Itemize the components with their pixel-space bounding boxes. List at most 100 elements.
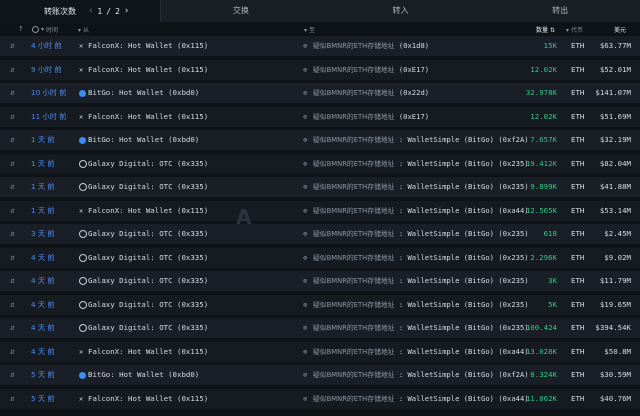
row-time-link[interactable]: 4 天 前 <box>31 295 55 315</box>
row-token[interactable]: ETH <box>571 177 584 197</box>
row-to-entity[interactable]: 疑似BMNR的ETH存储地址 (0x22d) <box>313 83 429 103</box>
row-to-entity[interactable]: 疑似BMNR的ETH存储地址 : WalletSimple (BitGo) (0… <box>313 318 529 338</box>
row-from-entity[interactable]: Galaxy Digital: OTC (0x335) <box>88 154 208 174</box>
row-to-entity[interactable]: 疑似BMNR的ETH存储地址 : WalletSimple (BitGo) (0… <box>313 389 529 409</box>
header-from[interactable]: ▾ 从 <box>78 25 89 34</box>
row-from-entity[interactable]: FalconX: Hot Wallet (0x115) <box>88 60 208 80</box>
tab-inflow[interactable]: 转入 <box>321 0 481 22</box>
row-token[interactable]: ETH <box>571 130 584 150</box>
next-page-icon[interactable]: › <box>124 6 129 16</box>
row-to-entity[interactable]: 疑似BMNR的ETH存储地址 : WalletSimple (BitGo) (0… <box>313 224 529 244</box>
transfer-direction-icon[interactable]: ⇵ <box>10 60 15 80</box>
table-row[interactable]: ⇵ 4 天 前 Galaxy Digital: OTC (0x335) ⊚ 疑似BMNR… <box>0 271 640 291</box>
table-row[interactable]: ⇵ 1 天 前 ✕ FalconX: Hot Wallet (0x115) ⊚ 疑似BMN… <box>0 200 640 221</box>
transfer-direction-icon[interactable]: ⇵ <box>10 177 15 197</box>
tab-outflow[interactable]: 转出 <box>480 0 640 22</box>
row-to-entity[interactable]: 疑似BMNR的ETH存储地址 (0xE17) <box>313 107 429 127</box>
transfer-direction-icon[interactable]: ⇵ <box>10 248 15 268</box>
table-row[interactable]: ⇵ 1 天 前 BitGo: Hot Wallet (0xbd0) ⊚ 疑似BMNR的E… <box>0 130 640 150</box>
row-token[interactable]: ETH <box>571 83 584 103</box>
row-token[interactable]: ETH <box>571 389 584 409</box>
table-row[interactable]: ⇵ 4 小时 前 ✕ FalconX: Hot Wallet (0x115) ⊚ 疑似BM… <box>0 36 640 56</box>
transfer-direction-icon[interactable]: ⇵ <box>10 201 15 221</box>
transfer-direction-icon[interactable]: ⇵ <box>10 271 15 291</box>
row-token[interactable]: ETH <box>571 318 584 338</box>
row-time-link[interactable]: 5 天 前 <box>31 365 55 385</box>
table-row[interactable]: ⇵ 1 天 前 Galaxy Digital: OTC (0x335) ⊚ 疑似BMNR… <box>0 153 640 174</box>
row-token[interactable]: ETH <box>571 154 584 174</box>
header-amount[interactable]: 数量 ⇅ <box>536 25 555 34</box>
row-time-link[interactable]: 1 天 前 <box>31 177 55 197</box>
row-token[interactable]: ETH <box>571 224 584 244</box>
row-time-link[interactable]: 4 天 前 <box>31 271 55 291</box>
row-to-entity[interactable]: 疑似BMNR的ETH存储地址 : WalletSimple (BitGo) (0… <box>313 130 529 150</box>
row-token[interactable]: ETH <box>571 36 584 56</box>
row-to-entity[interactable]: 疑似BMNR的ETH存储地址 : WalletSimple (BitGo) (0… <box>313 154 529 174</box>
table-row[interactable]: ⇵ 10 小时 前 BitGo: Hot Wallet (0xbd0) ⊚ 疑似BMNR… <box>0 83 640 103</box>
row-token[interactable]: ETH <box>571 107 584 127</box>
transfer-direction-icon[interactable]: ⇵ <box>10 83 15 103</box>
prev-page-icon[interactable]: ‹ <box>88 6 93 16</box>
table-row[interactable]: ⇵ 9 小时 前 ✕ FalconX: Hot Wallet (0x115) ⊚ 疑似BM… <box>0 59 640 80</box>
row-time-link[interactable]: 4 天 前 <box>31 342 55 362</box>
row-to-entity[interactable]: 疑似BMNR的ETH存储地址 (0xE17) <box>313 60 429 80</box>
row-time-link[interactable]: 4 天 前 <box>31 248 55 268</box>
row-from-entity[interactable]: BitGo: Hot Wallet (0xbd0) <box>88 365 199 385</box>
row-to-entity[interactable]: 疑似BMNR的ETH存储地址 : WalletSimple (BitGo) (0… <box>313 342 529 362</box>
header-time[interactable]: ▾ 时间 <box>32 25 58 34</box>
row-from-entity[interactable]: Galaxy Digital: OTC (0x335) <box>88 224 208 244</box>
row-from-entity[interactable]: BitGo: Hot Wallet (0xbd0) <box>88 83 199 103</box>
row-token[interactable]: ETH <box>571 201 584 221</box>
row-from-entity[interactable]: FalconX: Hot Wallet (0x115) <box>88 342 208 362</box>
transfer-direction-icon[interactable]: ⇵ <box>10 107 15 127</box>
row-token[interactable]: ETH <box>571 60 584 80</box>
row-token[interactable]: ETH <box>571 295 584 315</box>
row-from-entity[interactable]: Galaxy Digital: OTC (0x335) <box>88 248 208 268</box>
transfer-direction-icon[interactable]: ⇵ <box>10 130 15 150</box>
row-token[interactable]: ETH <box>571 342 584 362</box>
row-token[interactable]: ETH <box>571 365 584 385</box>
row-to-entity[interactable]: 疑似BMNR的ETH存储地址 : WalletSimple (BitGo) (0… <box>313 271 529 291</box>
transfer-direction-icon[interactable]: ⇵ <box>10 318 15 338</box>
row-to-entity[interactable]: 疑似BMNR的ETH存储地址 : WalletSimple (BitGo) (0… <box>313 365 529 385</box>
row-from-entity[interactable]: Galaxy Digital: OTC (0x335) <box>88 318 208 338</box>
row-from-entity[interactable]: FalconX: Hot Wallet (0x115) <box>88 201 208 221</box>
table-row[interactable]: ⇵ 4 天 前 ✕ FalconX: Hot Wallet (0x115) ⊚ 疑似BMN… <box>0 341 640 362</box>
transfer-direction-icon[interactable]: ⇵ <box>10 224 15 244</box>
header-usd[interactable]: 美元 <box>614 25 626 34</box>
row-time-link[interactable]: 1 天 前 <box>31 130 55 150</box>
table-row[interactable]: ⇵ 5 天 前 ✕ FalconX: Hot Wallet (0x115) ⊚ 疑似BMN… <box>0 388 640 409</box>
row-time-link[interactable]: 5 天 前 <box>31 389 55 409</box>
table-row[interactable]: ⇵ 4 天 前 Galaxy Digital: OTC (0x335) ⊚ 疑似BMNR… <box>0 318 640 338</box>
tab-transfer-count[interactable]: 转账次数 ‹ 1 / 2 › <box>0 0 161 22</box>
row-from-entity[interactable]: Galaxy Digital: OTC (0x335) <box>88 177 208 197</box>
row-from-entity[interactable]: Galaxy Digital: OTC (0x335) <box>88 271 208 291</box>
transfer-direction-icon[interactable]: ⇵ <box>10 36 15 56</box>
row-from-entity[interactable]: FalconX: Hot Wallet (0x115) <box>88 107 208 127</box>
transfer-direction-icon[interactable]: ⇵ <box>10 295 15 315</box>
row-time-link[interactable]: 11 小时 前 <box>31 107 66 127</box>
table-row[interactable]: ⇵ 11 小时 前 ✕ FalconX: Hot Wallet (0x115) ⊚ 疑似B… <box>0 106 640 127</box>
transfer-direction-icon[interactable]: ⇵ <box>10 365 15 385</box>
row-from-entity[interactable]: FalconX: Hot Wallet (0x115) <box>88 36 208 56</box>
row-time-link[interactable]: 10 小时 前 <box>31 83 66 103</box>
table-row[interactable]: ⇵ 1 天 前 Galaxy Digital: OTC (0x335) ⊚ 疑似BMNR… <box>0 177 640 197</box>
transfer-direction-icon[interactable]: ⇵ <box>10 389 15 409</box>
sort-arrow-icon[interactable]: ↑ <box>18 25 24 33</box>
row-from-entity[interactable]: Galaxy Digital: OTC (0x335) <box>88 295 208 315</box>
table-row[interactable]: ⇵ 4 天 前 Galaxy Digital: OTC (0x335) ⊚ 疑似BMNR… <box>0 294 640 315</box>
row-time-link[interactable]: 3 天 前 <box>31 224 55 244</box>
tab-swap[interactable]: 交换 <box>161 0 321 22</box>
row-time-link[interactable]: 1 天 前 <box>31 154 55 174</box>
table-row[interactable]: ⇵ 5 天 前 BitGo: Hot Wallet (0xbd0) ⊚ 疑似BMNR的E… <box>0 365 640 385</box>
row-to-entity[interactable]: 疑似BMNR的ETH存储地址 : WalletSimple (BitGo) (0… <box>313 295 529 315</box>
row-token[interactable]: ETH <box>571 248 584 268</box>
row-from-entity[interactable]: BitGo: Hot Wallet (0xbd0) <box>88 130 199 150</box>
row-time-link[interactable]: 1 天 前 <box>31 201 55 221</box>
table-row[interactable]: ⇵ 4 天 前 Galaxy Digital: OTC (0x335) ⊚ 疑似BMNR… <box>0 247 640 268</box>
row-time-link[interactable]: 4 天 前 <box>31 318 55 338</box>
row-token[interactable]: ETH <box>571 271 584 291</box>
row-to-entity[interactable]: 疑似BMNR的ETH存储地址 : WalletSimple (BitGo) (0… <box>313 248 529 268</box>
row-to-entity[interactable]: 疑似BMNR的ETH存储地址 : WalletSimple (BitGo) (0… <box>313 201 529 221</box>
row-time-link[interactable]: 4 小时 前 <box>31 36 62 56</box>
